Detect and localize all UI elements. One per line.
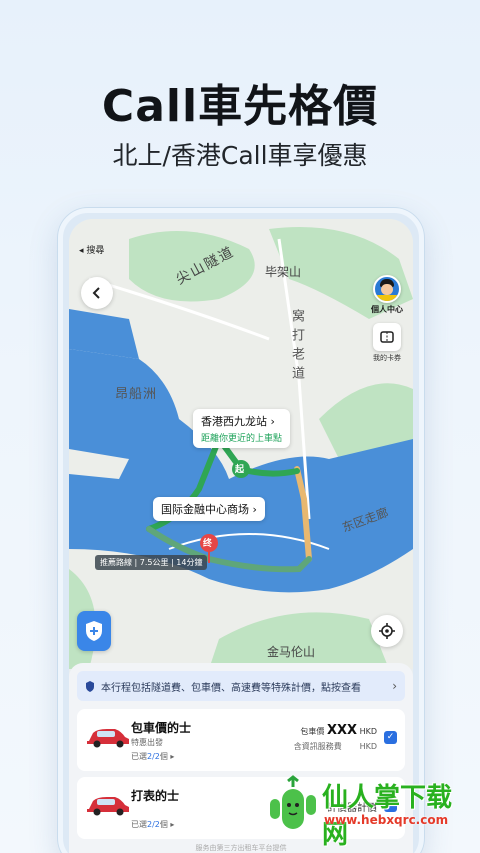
ride-checkbox[interactable]: ✓ — [384, 731, 397, 744]
notice-text: 本行程包括隧道費、包車價、高速費等特殊計價，點按查看 — [101, 682, 361, 694]
watermark-url: www.hebxqrc.com — [324, 813, 449, 827]
back-to-search[interactable]: ◂ 搜尋 — [79, 243, 104, 256]
chevron-left-icon — [92, 287, 100, 299]
ride-option-charter[interactable]: 包車價的士 特惠出發 已選2/2個 ▸ 包車價 XXX HKD 含資訊服務費 H… — [77, 709, 405, 771]
start-marker: 起 — [235, 465, 245, 475]
shield-small-icon — [86, 680, 94, 692]
my-coupons-button[interactable]: 我的卡券 — [367, 323, 407, 363]
safety-button[interactable] — [77, 611, 111, 651]
app-screen: ◂ 搜尋 尖山隧道 毕架山 窝打老道 昂船洲 东区走廊 金马伦山 起 终 個人中… — [69, 219, 413, 853]
red-taxi-icon — [87, 797, 129, 816]
map-label-road: 窝打老道 — [289, 309, 304, 385]
subheadline: 北上/香港Call車享優惠 — [112, 141, 368, 170]
cactus-logo-icon — [270, 775, 316, 829]
ride-price: 包車價 XXX HKD 含資訊服務費 HKD — [293, 723, 377, 751]
shield-icon — [86, 621, 102, 641]
ride-name: 包車價的士 — [131, 721, 192, 735]
ride-desc: 特惠出發 — [131, 738, 163, 747]
ride-name: 打表的士 — [131, 789, 180, 803]
pickup-subtitle: 距離你更近的上車點 — [201, 434, 283, 444]
back-button[interactable] — [81, 277, 113, 309]
locate-button[interactable] — [371, 615, 403, 647]
special-fee-notice[interactable]: 本行程包括隧道費、包車價、高速費等特殊計價，點按查看 › — [77, 671, 405, 701]
coupon-label: 我的卡券 — [373, 354, 401, 362]
profile-label: 個人中心 — [371, 305, 403, 314]
watermark: 仙人掌下载网 www.hebxqrc.com — [264, 773, 474, 850]
ride-selected[interactable]: 已選2/2個 ▸ — [131, 819, 174, 830]
coupon-icon — [373, 323, 401, 351]
dropoff-bubble[interactable]: 国际金融中心商场 › — [153, 497, 265, 521]
crosshair-icon — [379, 623, 395, 639]
profile-center[interactable]: 個人中心 — [367, 275, 407, 315]
chevron-right-icon: › — [392, 679, 397, 693]
phone-frame: ◂ 搜尋 尖山隧道 毕架山 窝打老道 昂船洲 东区走廊 金马伦山 起 终 個人中… — [58, 208, 424, 853]
avatar — [373, 275, 401, 303]
map-label-peak: 毕架山 — [265, 265, 302, 279]
pickup-bubble[interactable]: 香港西九龙站 › 距離你更近的上車點 — [193, 409, 291, 448]
red-taxi-icon — [87, 729, 129, 748]
end-marker: 终 — [203, 539, 213, 549]
dropoff-title: 国际金融中心商场 › — [161, 503, 257, 516]
map-label-jinmalun: 金马伦山 — [267, 645, 316, 659]
ride-selected[interactable]: 已選2/2個 ▸ — [131, 751, 174, 762]
map-label-island: 昂船洲 — [115, 387, 158, 402]
headline: Call車先格價 — [101, 81, 379, 132]
route-info-tag: 推薦路線 | 7.5公里 | 14分鐘 — [95, 555, 208, 570]
pickup-title: 香港西九龙站 › — [201, 415, 275, 428]
